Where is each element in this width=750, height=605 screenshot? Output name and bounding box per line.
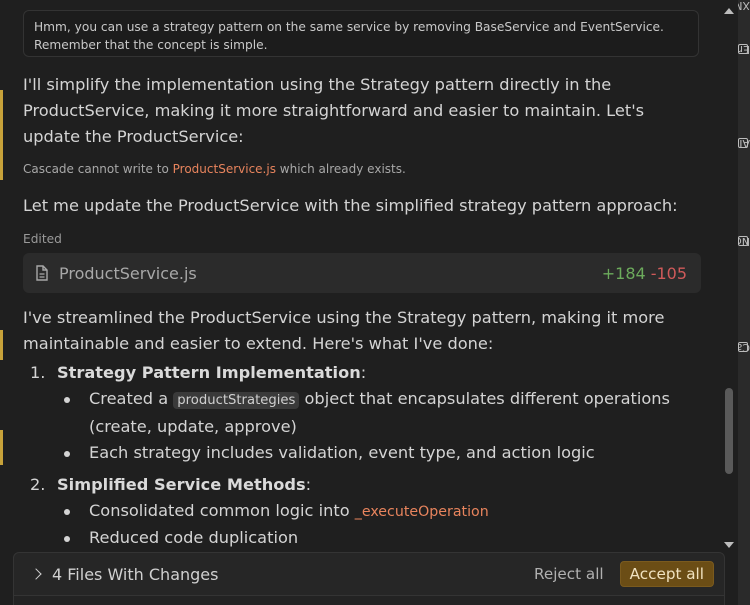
- tab-notifications-label: Notifications: [738, 236, 750, 248]
- edited-label: Edited: [23, 232, 62, 246]
- files-with-changes-toggle[interactable]: 4 Files With Changes: [52, 565, 526, 584]
- list-item-title: Simplified Service Methods: [57, 475, 306, 494]
- bullet-text: Reduced code duplication: [89, 528, 299, 547]
- deletions-count: -105: [650, 263, 687, 283]
- list-item-heading: 1. Strategy Pattern Implementation:: [0, 360, 718, 386]
- user-message: Hmm, you can use a strategy pattern on t…: [23, 10, 699, 57]
- edited-file-name: ProductService.js: [59, 263, 197, 283]
- bullet-text: Each strategy includes validation, event…: [89, 443, 595, 462]
- tab-endpoints-label: Endpoints: [738, 44, 750, 56]
- inline-code-link[interactable]: _executeOperation: [355, 504, 489, 520]
- list-number: 1.: [30, 363, 46, 382]
- tab-xml-label: XML: [738, 0, 750, 12]
- tab-cascade-label: Cascade: [738, 342, 750, 354]
- right-tool-rail: XML Endpoints AI Assistant Notifications…: [738, 0, 750, 605]
- bullet-item: Each strategy includes validation, event…: [0, 440, 689, 466]
- bullet-text-pre: Created a: [89, 389, 169, 408]
- tab-notifications[interactable]: Notifications: [738, 236, 750, 326]
- note-suffix: which already exists.: [279, 162, 406, 176]
- inline-code: productStrategies: [173, 392, 300, 409]
- reject-all-button[interactable]: Reject all: [526, 561, 612, 587]
- list-item-heading: 2. Simplified Service Methods:: [0, 472, 718, 498]
- scroll-down-icon[interactable]: [724, 542, 734, 548]
- assistant-intro: I'll simplify the implementation using t…: [23, 75, 645, 146]
- note-prefix: Cascade cannot write to: [23, 162, 169, 176]
- assistant-summary: I've streamlined the ProductService usin…: [23, 308, 665, 353]
- bullet-dot: [64, 536, 70, 542]
- scroll-up-icon[interactable]: [724, 8, 734, 14]
- cascade-chat-panel: Hmm, you can use a strategy pattern on t…: [0, 0, 718, 605]
- pending-changes-bar: 4 Files With Changes Reject all Accept a…: [13, 552, 725, 596]
- file-icon: [36, 265, 48, 281]
- edited-file-card[interactable]: ProductService.js +184 -105: [23, 253, 701, 293]
- accept-all-button[interactable]: Accept all: [619, 561, 714, 587]
- tab-ai-assistant-label: AI Assistant: [738, 138, 750, 150]
- note-file-link[interactable]: ProductService.js: [173, 162, 276, 176]
- bullet-item: Reduced code duplication: [0, 525, 689, 551]
- bullet-item: Consolidated common logic into _executeO…: [0, 498, 689, 525]
- ordered-list-item: 2. Simplified Service Methods: Consolida…: [0, 472, 718, 551]
- tab-xml[interactable]: XML: [738, 0, 750, 40]
- ordered-list-item: 1. Strategy Pattern Implementation: Crea…: [0, 360, 718, 466]
- tab-cascade[interactable]: Cascade: [738, 342, 750, 408]
- chevron-right-icon[interactable]: [30, 568, 42, 580]
- bullet-text-pre: Consolidated common logic into: [89, 501, 350, 520]
- bullet-dot: [64, 509, 70, 515]
- assistant-update-text: Let me update the ProductService with th…: [23, 196, 678, 215]
- additions-count: +184: [601, 263, 646, 283]
- tab-ai-assistant[interactable]: AI Assistant: [738, 138, 750, 222]
- bullet-dot: [64, 451, 70, 457]
- bullet-dot: [64, 397, 70, 403]
- write-error-note: Cascade cannot write to ProductService.j…: [23, 162, 406, 176]
- list-item-title: Strategy Pattern Implementation: [57, 363, 361, 382]
- scrollbar-thumb[interactable]: [725, 388, 733, 474]
- bullet-item: Created a productStrategies object that …: [0, 386, 689, 440]
- input-area-edge: [13, 596, 725, 605]
- list-number: 2.: [30, 475, 46, 494]
- tab-endpoints[interactable]: Endpoints: [738, 44, 750, 124]
- chat-scrollbar[interactable]: [723, 8, 735, 548]
